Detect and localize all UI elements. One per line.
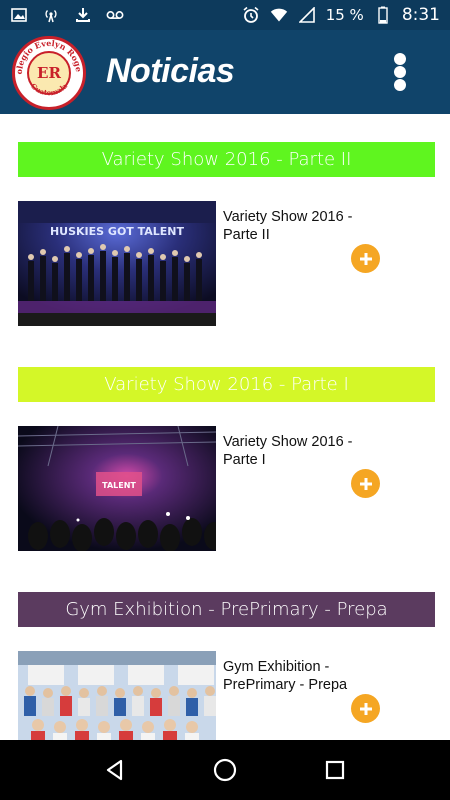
signal-icon [42, 6, 60, 24]
back-icon [106, 759, 123, 781]
school-logo: Colegio Evelyn Rogers Guatemala ER [12, 36, 86, 110]
plus-icon [359, 252, 372, 265]
news-section-header: Variety Show 2016 - Parte II [18, 142, 435, 177]
clock: 8:31 [401, 5, 440, 25]
status-bar: 15 % 8:31 [0, 0, 450, 30]
news-item-title[interactable]: Variety Show 2016 - Parte I [223, 433, 373, 469]
alarm-icon [242, 6, 260, 24]
svg-text:TALENT: TALENT [102, 481, 136, 490]
news-item-title[interactable]: Variety Show 2016 - Parte II [223, 208, 373, 244]
overflow-menu-button[interactable] [386, 48, 414, 96]
news-section-header: Gym Exhibition - PrePrimary - Prepa [18, 592, 435, 627]
svg-text:Colegio Evelyn Rogers: Colegio Evelyn Rogers [12, 36, 84, 75]
download-icon [74, 6, 92, 24]
more-dot-icon [394, 65, 406, 78]
home-button[interactable] [205, 750, 245, 790]
voicemail-icon [106, 6, 124, 24]
news-thumbnail[interactable]: TALENT [18, 426, 216, 551]
add-button[interactable] [351, 694, 380, 723]
recents-icon [325, 760, 345, 780]
app-bar: Colegio Evelyn Rogers Guatemala ER Notic… [0, 30, 450, 114]
news-section-header: Variety Show 2016 - Parte I [18, 367, 435, 402]
news-thumbnail[interactable]: HUSKIES GOT TALENT [18, 201, 216, 326]
add-button[interactable] [351, 244, 380, 273]
news-list[interactable]: Variety Show 2016 - Parte II HUSKIES GOT… [0, 114, 450, 740]
svg-text:HUSKIES GOT TALENT: HUSKIES GOT TALENT [50, 225, 185, 238]
plus-icon [359, 477, 372, 490]
more-dot-icon [394, 79, 406, 92]
page-title: Noticias [106, 52, 235, 90]
svg-text:Guatemala: Guatemala [29, 81, 70, 97]
plus-icon [359, 702, 372, 715]
cellular-icon [298, 6, 316, 24]
wifi-icon [270, 6, 288, 24]
back-button[interactable] [95, 750, 135, 790]
news-item-title[interactable]: Gym Exhibition - PrePrimary - Prepa [223, 658, 373, 694]
add-button[interactable] [351, 469, 380, 498]
system-navigation-bar [0, 740, 450, 800]
news-thumbnail[interactable] [18, 651, 216, 740]
more-dot-icon [394, 52, 406, 65]
battery-percentage: 15 % [325, 6, 364, 24]
home-icon [213, 758, 237, 782]
recents-button[interactable] [315, 750, 355, 790]
battery-icon [374, 6, 392, 24]
image-icon [10, 6, 28, 24]
